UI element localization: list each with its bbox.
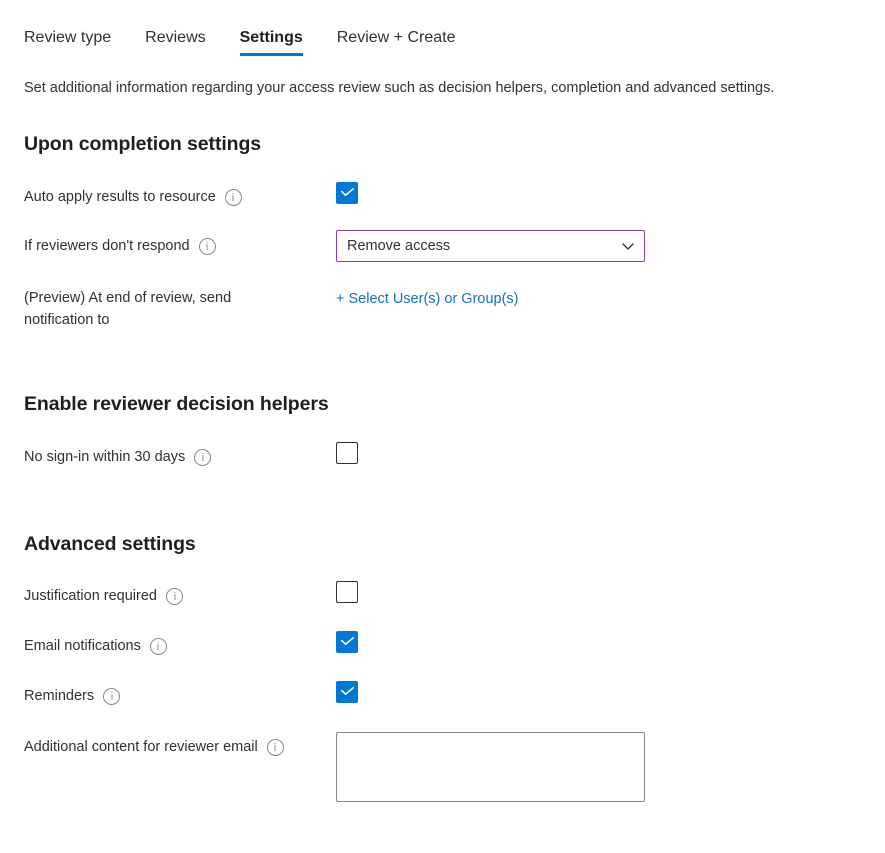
label-no-sign-in-within-30-days: No sign-in within 30 days (24, 446, 212, 468)
tab-reviews[interactable]: Reviews (145, 24, 205, 58)
tab-label: Review type (24, 29, 112, 46)
select-users-or-groups-button[interactable]: + Select User(s) or Group(s) (336, 289, 519, 309)
info-icon[interactable] (266, 739, 284, 756)
check-icon (341, 687, 354, 695)
chevron-down-icon (620, 238, 636, 254)
justification-control (336, 581, 358, 603)
info-icon[interactable] (198, 238, 216, 255)
info-icon[interactable] (149, 638, 167, 655)
tab-review-type[interactable]: Review type (24, 24, 111, 58)
label-text: Additional content for reviewer email (24, 739, 258, 755)
section-heading-decision-helpers: Enable reviewer decision helpers (24, 393, 329, 415)
row-end-of-review-notification: (Preview) At end of review, send notific… (24, 287, 864, 333)
reminders-control (336, 681, 358, 703)
tab-settings[interactable]: Settings (239, 24, 303, 58)
info-icon[interactable] (194, 449, 212, 466)
no-sign-in-control (336, 442, 358, 464)
label-justification-required: Justification required (24, 585, 183, 607)
row-auto-apply-results: Auto apply results to resource (24, 182, 864, 212)
label-text: If reviewers don't respond (24, 238, 190, 254)
tab-review-create[interactable]: Review + Create (337, 24, 456, 58)
textarea-additional-content-reviewer-email[interactable] (336, 732, 645, 802)
label-text: Auto apply results to resource (24, 189, 216, 205)
row-if-reviewers-dont-respond: If reviewers don't respond Remove access (24, 230, 864, 262)
row-justification-required: Justification required (24, 581, 864, 611)
checkbox-auto-apply-results[interactable] (336, 182, 358, 204)
checkbox-no-sign-in-within-30-days[interactable] (336, 442, 358, 464)
page-description: Set additional information regarding you… (24, 80, 775, 96)
label-text: No sign-in within 30 days (24, 449, 186, 465)
check-icon (341, 637, 354, 645)
section-heading-upon-completion: Upon completion settings (24, 133, 262, 155)
dropdown-if-reviewers-dont-respond[interactable]: Remove access (336, 230, 645, 262)
additional-content-control (336, 732, 645, 807)
tab-label: Reviews (145, 29, 206, 46)
label-email-notifications: Email notifications (24, 635, 167, 657)
label-reminders: Reminders (24, 685, 121, 707)
label-text: Reminders (24, 688, 95, 704)
label-text: Justification required (24, 588, 157, 604)
row-no-sign-in-within-30-days: No sign-in within 30 days (24, 442, 864, 472)
tab-label: Review + Create (336, 29, 456, 46)
row-reminders: Reminders (24, 681, 864, 711)
checkbox-email-notifications[interactable] (336, 631, 358, 653)
info-icon[interactable] (224, 189, 242, 206)
if-no-respond-control: Remove access (336, 230, 645, 262)
row-additional-content-reviewer-email: Additional content for reviewer email (24, 732, 864, 810)
check-icon (341, 188, 354, 196)
section-heading-advanced-settings: Advanced settings (24, 533, 196, 555)
info-icon[interactable] (166, 588, 183, 605)
label-end-of-review-notification: (Preview) At end of review, send notific… (24, 287, 304, 331)
label-text: (Preview) At end of review, send notific… (24, 290, 232, 328)
settings-page: Review type Reviews Settings Review + Cr… (0, 0, 885, 853)
label-text: Email notifications (24, 638, 141, 654)
dropdown-selected-value: Remove access (347, 238, 451, 254)
wizard-tabs: Review type Reviews Settings Review + Cr… (24, 24, 455, 58)
label-if-reviewers-dont-respond: If reviewers don't respond (24, 235, 216, 257)
notify-control: + Select User(s) or Group(s) (336, 289, 519, 309)
row-email-notifications: Email notifications (24, 631, 864, 661)
label-auto-apply-results: Auto apply results to resource (24, 186, 242, 208)
label-additional-content-reviewer-email: Additional content for reviewer email (24, 736, 284, 758)
checkbox-justification-required[interactable] (336, 581, 358, 603)
checkbox-reminders[interactable] (336, 681, 358, 703)
email-notifications-control (336, 631, 358, 653)
tab-label: Settings (239, 29, 303, 46)
info-icon[interactable] (103, 688, 121, 705)
auto-apply-control (336, 182, 358, 204)
